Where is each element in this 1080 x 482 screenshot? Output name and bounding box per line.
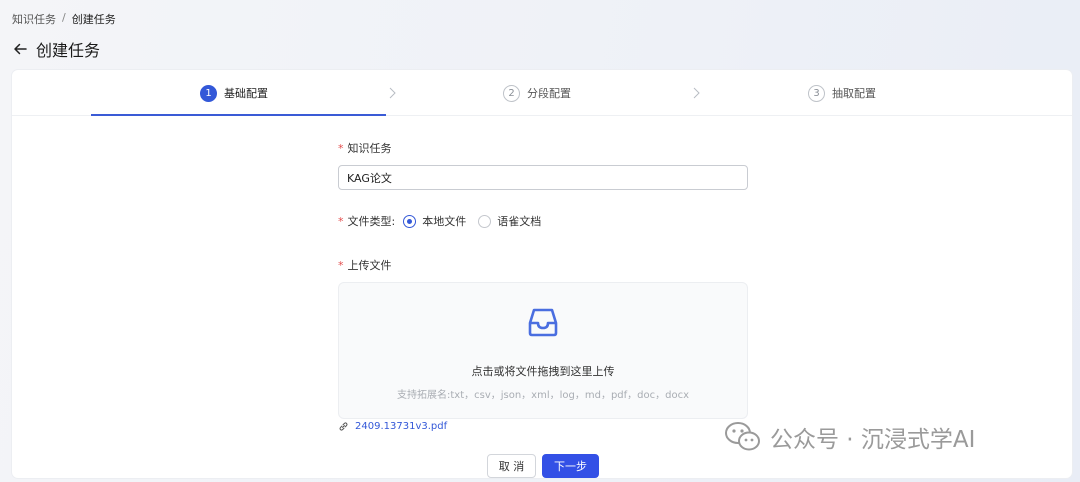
radio-button-unchecked[interactable] [478,214,492,228]
steps-bar: 1 基础配置 2 分段配置 3 抽取配置 [12,70,1072,116]
uploaded-file-item[interactable]: 2409.13731v3.pdf [338,421,447,432]
upload-label-text: 上传文件 [347,259,392,272]
create-task-card: 1 基础配置 2 分段配置 3 抽取配置 * 知识任务 * 文件类型: [12,70,1072,478]
radio-label: 语雀文档 [497,215,542,228]
step-label: 分段配置 [527,87,571,100]
radio-local-file[interactable]: 本地文件 [403,213,466,229]
inbox-icon [528,308,558,337]
chevron-right-icon [389,87,396,99]
step-label: 基础配置 [224,87,268,100]
task-name-label: * 知识任务 [338,140,392,156]
step-extract-config[interactable]: 3 抽取配置 [808,70,876,116]
step-number: 3 [808,84,825,102]
breadcrumb-current: 创建任务 [71,13,116,26]
upload-dropzone[interactable]: 点击或将文件拖拽到这里上传 支持拓展名:txt，csv，json，xml，log… [338,282,748,419]
file-type-row: * 文件类型: 本地文件 语雀文档 [338,213,553,229]
next-step-button[interactable]: 下一步 [542,454,599,478]
uploaded-file-name[interactable]: 2409.13731v3.pdf [355,421,447,432]
step-label: 抽取配置 [832,87,876,100]
step-number: 2 [503,84,520,102]
step-basic-config[interactable]: 1 基础配置 [200,70,268,116]
radio-yuque-doc[interactable]: 语雀文档 [478,213,541,229]
watermark-text: 公众号 · 沉浸式学AI [770,427,976,453]
task-name-input[interactable] [338,165,748,190]
link-icon [339,422,348,431]
active-step-indicator [91,114,386,116]
file-type-label: 文件类型: [347,215,396,228]
watermark: 公众号 · 沉浸式学AI [724,420,975,454]
breadcrumb-parent-link[interactable]: 知识任务 [12,11,56,27]
wechat-icon [725,422,760,451]
step-number: 1 [200,84,217,102]
upload-hint: 点击或将文件拖拽到这里上传 [471,365,615,378]
upload-label: * 上传文件 [338,257,392,273]
page-header: 创建任务 [12,37,100,61]
task-name-label-text: 知识任务 [347,142,392,155]
breadcrumb: 知识任务 / 创建任务 [12,11,116,27]
required-mark: * [338,141,344,155]
radio-button-checked[interactable] [403,214,417,228]
required-mark: * [338,258,344,272]
required-mark: * [338,214,344,228]
page-title: 创建任务 [36,41,101,60]
breadcrumb-separator: / [62,11,66,24]
cancel-button[interactable]: 取 消 [487,454,536,478]
upload-formats: 支持拓展名:txt，csv，json，xml，log，md，pdf，doc，do… [396,390,690,401]
radio-label: 本地文件 [422,215,467,228]
chevron-right-icon [693,87,700,99]
arrow-left-icon[interactable] [12,41,28,57]
step-segment-config[interactable]: 2 分段配置 [503,70,571,116]
